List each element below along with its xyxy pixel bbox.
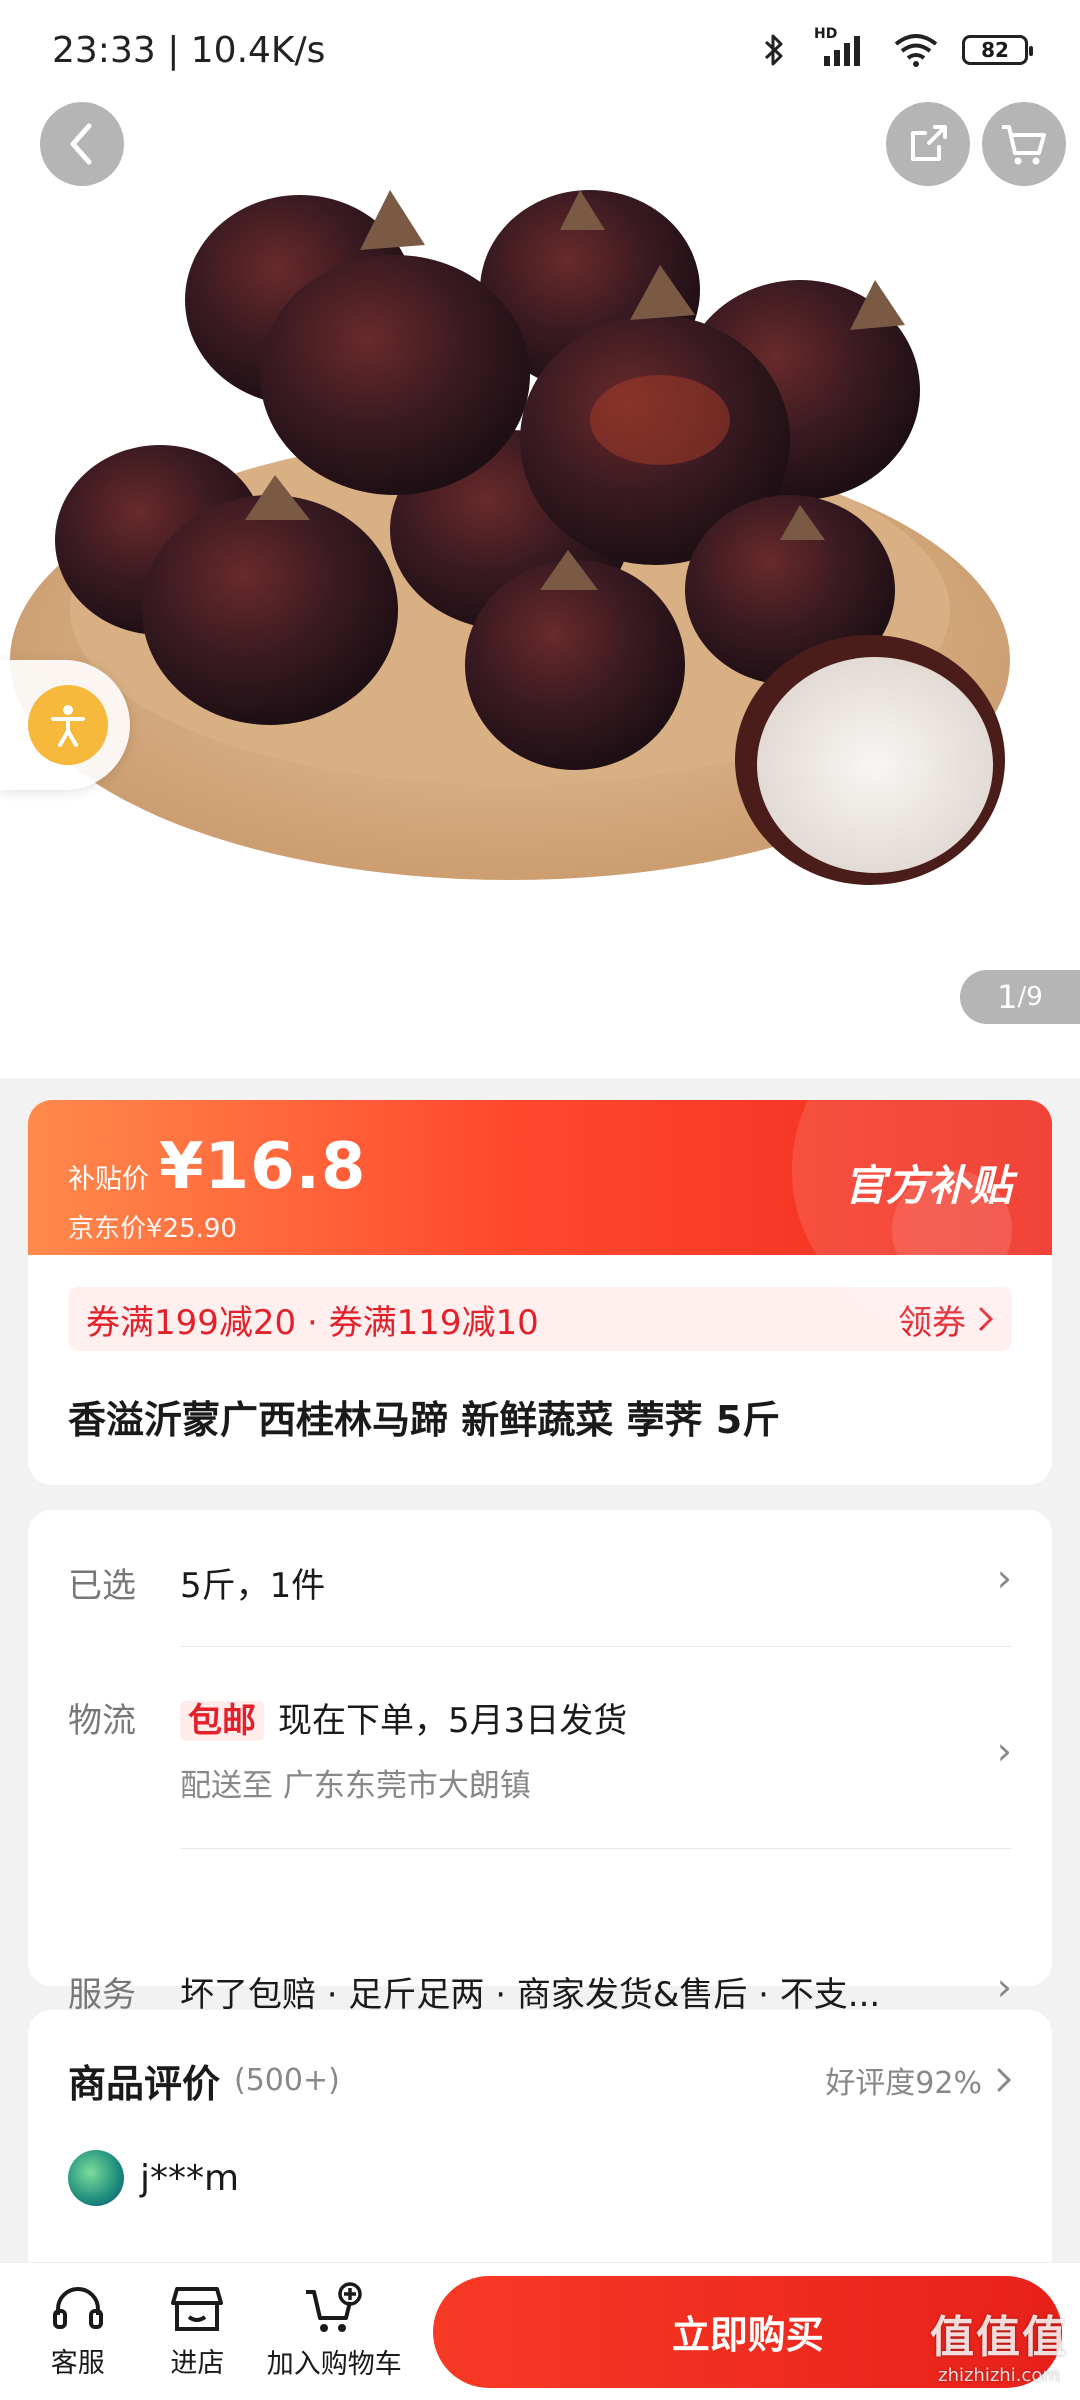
- chevron-left-icon: [70, 123, 92, 165]
- add-to-cart-button[interactable]: 加入购物车: [257, 2282, 411, 2381]
- subsidy-price-value: ¥16.8: [159, 1130, 367, 1204]
- chevron-right-icon: ›: [996, 1729, 1012, 1773]
- visit-shop-button[interactable]: 进店: [138, 2283, 258, 2380]
- positive-rate[interactable]: 好评度92%: [825, 2058, 1012, 2102]
- official-subsidy-tag: 官方补贴: [843, 1161, 1012, 1210]
- subsidy-price-label: 补贴价: [68, 1164, 149, 1195]
- customer-service-button[interactable]: 客服: [18, 2283, 138, 2380]
- visit-shop-label: 进店: [170, 2348, 225, 2379]
- price-banner: 补贴价 ¥16.8 京东价¥25.90 官方补贴: [28, 1100, 1052, 1330]
- headset-icon: [52, 2287, 103, 2329]
- pager-total: /9: [1017, 982, 1043, 1012]
- share-icon: [911, 125, 947, 161]
- reviewer-name: j***m: [140, 2157, 240, 2199]
- bluetooth-icon: [754, 30, 794, 70]
- status-time: 23:33 | 10.4K/s: [52, 29, 326, 71]
- chevron-right-icon: ›: [996, 1556, 1012, 1600]
- accessibility-button[interactable]: [0, 660, 130, 790]
- service-key: 服务: [68, 1975, 136, 2015]
- logistics-row[interactable]: 物流 包邮 现在下单，5月3日发货 配送至 广东东莞市大朗镇 ›: [68, 1693, 1012, 1805]
- bottom-action-bar: 客服 进店 加入购物车 立即购买: [0, 2262, 1080, 2400]
- selected-spec-row[interactable]: 已选 5斤，1件 ›: [68, 1556, 1012, 1607]
- signal-icon: HD: [814, 26, 870, 70]
- watermark-logo: 值值值: [930, 2312, 1068, 2363]
- pager-current: 1: [997, 978, 1018, 1016]
- coupon-text: 券满199减20 · 券满119减10: [86, 1302, 539, 1343]
- price-card: 补贴价 ¥16.8 京东价¥25.90 官方补贴 券满199减20 · 券满11…: [28, 1100, 1052, 1485]
- accessibility-icon: [51, 705, 85, 747]
- wifi-icon: [890, 30, 942, 70]
- positive-rate-label: 好评度92%: [825, 2066, 982, 2101]
- product-title: 香溢沂蒙广西桂林马蹄 新鲜蔬菜 荸荠 5斤: [68, 1398, 781, 1442]
- deliver-to: 配送至 广东东莞市大朗镇: [180, 1768, 531, 1804]
- back-button[interactable]: [40, 102, 124, 186]
- service-value: 坏了包赔 · 足斤足两 · 商家发货&售后 · 不支...: [180, 1975, 881, 2015]
- reviewer: j***m: [68, 2150, 1012, 2206]
- status-bar: 23:33 | 10.4K/s HD 82: [0, 0, 1080, 100]
- selected-value: 5斤，1件: [180, 1566, 326, 1606]
- service-row[interactable]: 服务 坏了包赔 · 足斤足两 · 商家发货&售后 · 不支... ›: [68, 1965, 1012, 2016]
- product-image-gallery[interactable]: 1/9: [0, 0, 1080, 1078]
- ship-text: 现在下单，5月3日发货: [278, 1701, 628, 1741]
- chevron-right-icon: [997, 2068, 1012, 2092]
- battery-indicator: 82: [962, 35, 1033, 65]
- shopping-cart-icon: [1002, 125, 1046, 165]
- site-watermark: 值值值 zhizhizhi.com: [930, 2301, 1068, 2386]
- reviews-count: (500+): [234, 2062, 340, 2098]
- customer-service-label: 客服: [50, 2348, 105, 2379]
- reviews-title: 商品评价: [68, 2061, 221, 2106]
- store-icon: [171, 2287, 224, 2331]
- free-shipping-badge: 包邮: [180, 1701, 264, 1741]
- add-cart-icon: [306, 2282, 362, 2332]
- gallery-pager: 1/9: [960, 970, 1080, 1024]
- logistics-key: 物流: [68, 1701, 136, 1741]
- jd-price: 京东价¥25.90: [68, 1214, 237, 1244]
- cart-button[interactable]: [982, 102, 1066, 186]
- product-info-card: 已选 5斤，1件 › 物流 包邮 现在下单，5月3日发货 配送至 广东东莞市大朗镇…: [28, 1510, 1052, 2015]
- share-button[interactable]: [886, 102, 970, 186]
- hd-badge: HD: [814, 26, 838, 42]
- add-to-cart-label: 加入购物车: [266, 2349, 402, 2380]
- selected-key: 已选: [68, 1566, 136, 1606]
- chevron-right-icon: ›: [996, 1965, 1012, 2009]
- watermark-url: zhizhizhi.com: [938, 2365, 1060, 2386]
- avatar: [68, 2150, 124, 2206]
